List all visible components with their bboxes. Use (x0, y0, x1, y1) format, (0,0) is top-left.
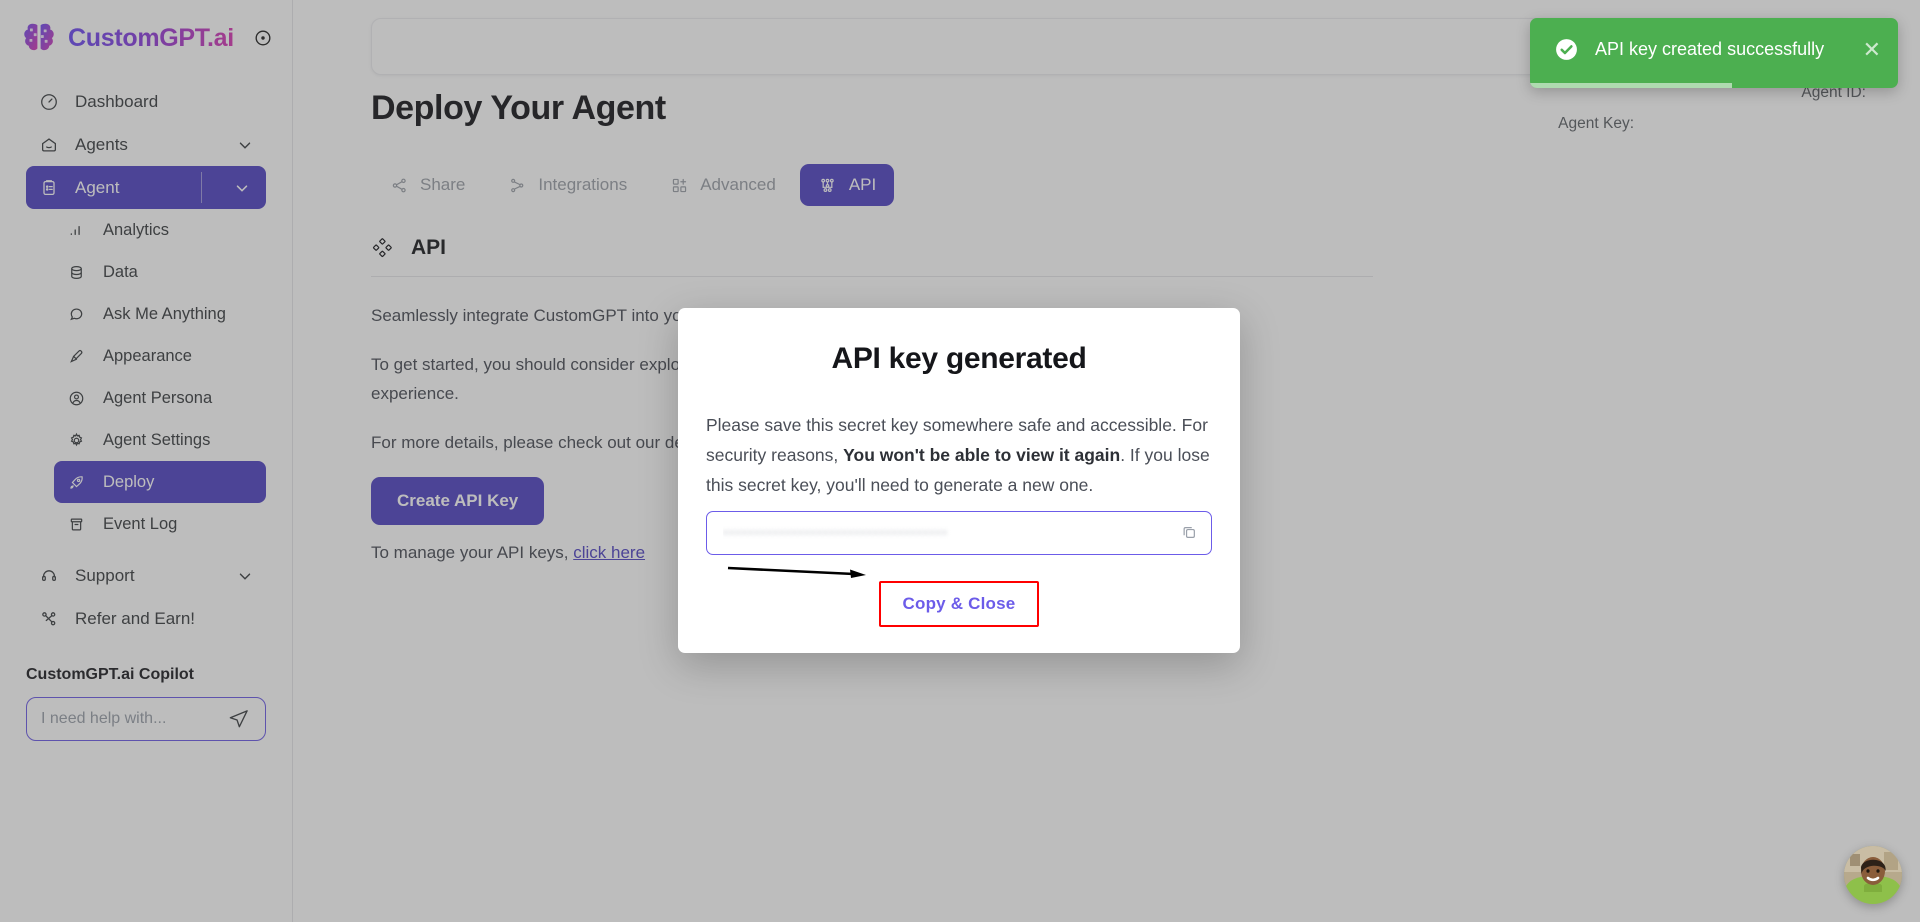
agent-avatar (1844, 846, 1902, 904)
api-key-field[interactable]: •••••••••••••••••••••••••••••••••••• (706, 511, 1212, 555)
toast-content: API key created successfully ✕ (1530, 18, 1898, 83)
modal-actions: Copy & Close (706, 581, 1212, 627)
annotation-arrow (727, 566, 866, 578)
api-key-value-masked[interactable]: •••••••••••••••••••••••••••••••••••• (723, 512, 1172, 554)
app-root: CustomGPT.ai Dashboard Agents Agent Anal… (0, 0, 1920, 922)
chat-widget-avatar[interactable] (1844, 846, 1902, 904)
modal-body: Please save this secret key somewhere sa… (706, 410, 1212, 500)
success-toast: API key created successfully ✕ (1530, 18, 1898, 88)
toast-message: API key created successfully (1595, 39, 1825, 59)
copy-icon[interactable] (1180, 523, 1200, 543)
modal-title: API key generated (831, 342, 1087, 375)
copy-and-close-button[interactable]: Copy & Close (878, 581, 1040, 627)
toast-progress-bar (1530, 83, 1733, 88)
api-key-generated-modal: API key generated Please save this secre… (678, 308, 1240, 653)
modal-body-bold: You won't be able to view it again (843, 445, 1121, 465)
check-circle-icon (1554, 37, 1579, 62)
close-icon[interactable]: ✕ (1863, 38, 1881, 61)
